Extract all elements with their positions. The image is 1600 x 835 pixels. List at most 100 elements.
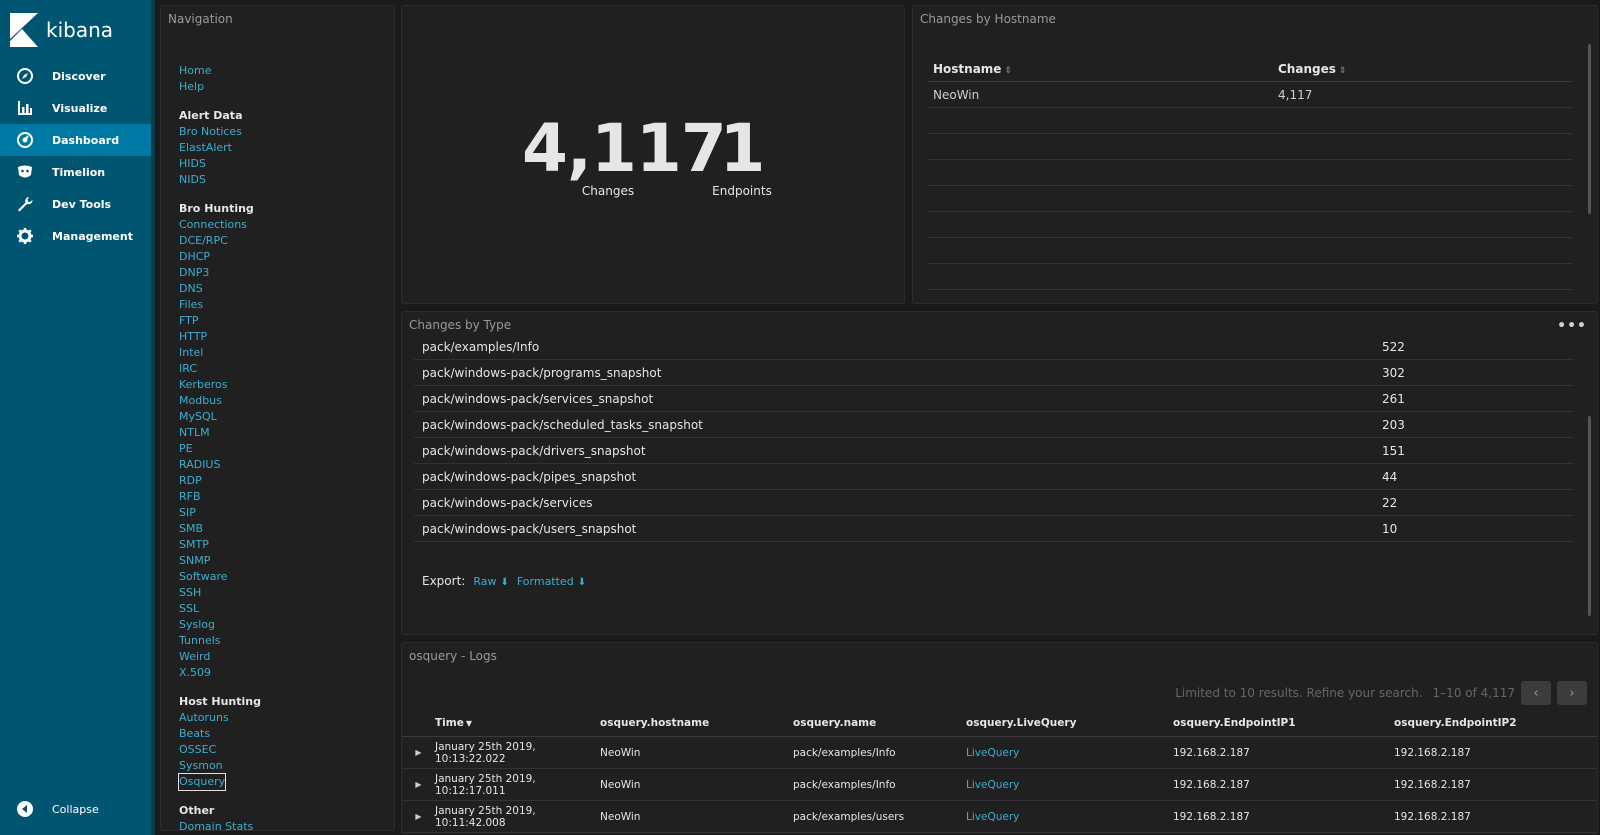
nav-link-nids[interactable]: NIDS <box>179 172 261 188</box>
type-count-cell: 10 <box>1382 521 1398 536</box>
table-row[interactable]: pack/windows-pack/services_snapshot 261 <box>414 386 1574 412</box>
next-page-button[interactable]: › <box>1557 681 1587 705</box>
type-count-cell: 302 <box>1382 365 1405 380</box>
nav-link-help[interactable]: Help <box>179 79 261 95</box>
nav-link-hids[interactable]: HIDS <box>179 156 261 172</box>
type-name-cell: pack/examples/Info <box>422 339 540 354</box>
table-row[interactable]: pack/windows-pack/programs_snapshot 302 <box>414 360 1574 386</box>
nav-link-files[interactable]: Files <box>179 297 261 313</box>
nav-link-radius[interactable]: RADIUS <box>179 457 261 473</box>
sidenav-visualize[interactable]: Visualize <box>0 92 151 124</box>
nav-link-domain-stats[interactable]: Domain Stats <box>179 819 261 830</box>
nav-link-sip[interactable]: SIP <box>179 505 261 521</box>
sidenav-timelion[interactable]: Timelion <box>0 156 151 188</box>
sidenav-management[interactable]: Management <box>0 220 151 252</box>
bro-hunting-links: Connections DCE/RPC DHCP DNP3 DNS Files FTP HTT… <box>179 217 261 681</box>
column-header-changes[interactable]: Changes ⇕ <box>1278 62 1346 76</box>
nav-link-snmp[interactable]: SNMP <box>179 553 261 569</box>
table-row[interactable]: NeoWin 4,117 <box>927 82 1572 108</box>
nav-link-dns[interactable]: DNS <box>179 281 261 297</box>
pager-range: 1–10 of 4,117 <box>1432 686 1515 700</box>
table-row[interactable]: pack/windows-pack/services 22 <box>414 490 1574 516</box>
panel-options-icon[interactable]: ••• <box>1557 318 1587 334</box>
changes-by-hostname-panel: Changes by Hostname Hostname ⇕ Changes ⇕ N… <box>912 5 1598 304</box>
endpointip1-cell: 192.168.2.187 <box>1173 778 1250 791</box>
nav-link-kerberos[interactable]: Kerberos <box>179 377 261 393</box>
timelion-icon <box>18 165 32 178</box>
collapse-arrow-icon <box>17 801 33 817</box>
export-formatted-link[interactable]: Formatted ⬇ <box>517 575 586 588</box>
osquery-logs-panel: osquery - Logs Limited to 10 results. Re… <box>401 642 1598 835</box>
column-header-time[interactable]: Time ▼ <box>435 717 600 729</box>
nav-link-rdp[interactable]: RDP <box>179 473 261 489</box>
column-header-name[interactable]: osquery.name <box>793 717 966 729</box>
metric-changes-value: 4,117 <box>522 110 727 187</box>
nav-link-syslog[interactable]: Syslog <box>179 617 261 633</box>
sidenav-dev-tools[interactable]: Dev Tools <box>0 188 151 220</box>
column-header-hostname[interactable]: Hostname ⇕ <box>933 62 1278 76</box>
sidenav-label: Management <box>52 229 133 243</box>
nav-link-ntlm[interactable]: NTLM <box>179 425 261 441</box>
livequery-cell: LiveQuery <box>966 779 1173 791</box>
nav-link-software[interactable]: Software <box>179 569 261 585</box>
sidenav-dashboard[interactable]: Dashboard <box>0 124 151 156</box>
empty-row <box>927 212 1572 238</box>
kibana-logo[interactable]: kibana <box>0 0 151 60</box>
livequery-link[interactable]: LiveQuery <box>966 779 1019 791</box>
nav-link-mysql[interactable]: MySQL <box>179 409 261 425</box>
table-row[interactable]: pack/windows-pack/pipes_snapshot 44 <box>414 464 1574 490</box>
livequery-link[interactable]: LiveQuery <box>966 747 1019 759</box>
export-bar: Export: Raw ⬇ Formatted ⬇ <box>422 574 586 588</box>
nav-link-sysmon[interactable]: Sysmon <box>179 758 261 774</box>
column-header-livequery[interactable]: osquery.LiveQuery <box>966 717 1173 729</box>
nav-link-elastalert[interactable]: ElastAlert <box>179 140 261 156</box>
table-row[interactable]: pack/windows-pack/drivers_snapshot 151 <box>414 438 1574 464</box>
sidenav-collapse[interactable]: Collapse <box>0 793 151 825</box>
nav-link-x-509[interactable]: X.509 <box>179 665 261 681</box>
nav-link-dce-rpc[interactable]: DCE/RPC <box>179 233 261 249</box>
scrollbar[interactable] <box>1588 416 1591 616</box>
nav-link-dnp3[interactable]: DNP3 <box>179 265 261 281</box>
nav-link-pe[interactable]: PE <box>179 441 261 457</box>
nav-link-smtp[interactable]: SMTP <box>179 537 261 553</box>
alert-data-links: Bro Notices ElastAlert HIDS NIDS <box>179 124 261 188</box>
nav-link-autoruns[interactable]: Autoruns <box>179 710 261 726</box>
nav-link-tunnels[interactable]: Tunnels <box>179 633 261 649</box>
table-row[interactable]: pack/windows-pack/scheduled_tasks_snapsh… <box>414 412 1574 438</box>
type-count-cell: 151 <box>1382 443 1405 458</box>
nav-link-connections[interactable]: Connections <box>179 217 261 233</box>
nav-header-other: Other <box>179 804 215 817</box>
table-row: ▶ January 25th 2019, 10:12:17.011 NeoWin pa… <box>402 769 1597 801</box>
nav-link-ssl[interactable]: SSL <box>179 601 261 617</box>
nav-link-smb[interactable]: SMB <box>179 521 261 537</box>
nav-link-http[interactable]: HTTP <box>179 329 261 345</box>
expand-row-icon[interactable]: ▶ <box>402 748 435 757</box>
nav-link-osquery[interactable]: Osquery <box>177 773 227 791</box>
nav-link-ossec[interactable]: OSSEC <box>179 742 261 758</box>
nav-link-home[interactable]: Home <box>179 63 261 79</box>
nav-link-irc[interactable]: IRC <box>179 361 261 377</box>
livequery-link[interactable]: LiveQuery <box>966 811 1019 823</box>
nav-link-ssh[interactable]: SSH <box>179 585 261 601</box>
brand-name: kibana <box>46 18 114 42</box>
column-header-endpointip1[interactable]: osquery.EndpointIP1 <box>1173 717 1394 729</box>
expand-row-icon[interactable]: ▶ <box>402 812 435 821</box>
export-raw-link[interactable]: Raw ⬇ <box>473 575 509 588</box>
nav-link-ftp[interactable]: FTP <box>179 313 261 329</box>
sidenav-discover[interactable]: Discover <box>0 60 151 92</box>
nav-link-bro-notices[interactable]: Bro Notices <box>179 124 261 140</box>
expand-row-icon[interactable]: ▶ <box>402 780 435 789</box>
nav-link-weird[interactable]: Weird <box>179 649 261 665</box>
nav-link-intel[interactable]: Intel <box>179 345 261 361</box>
nav-link-rfb[interactable]: RFB <box>179 489 261 505</box>
nav-link-dhcp[interactable]: DHCP <box>179 249 261 265</box>
prev-page-button[interactable]: ‹ <box>1521 681 1551 705</box>
table-row[interactable]: pack/windows-pack/users_snapshot 10 <box>414 516 1574 542</box>
column-header-endpointip2[interactable]: osquery.EndpointIP2 <box>1394 717 1517 729</box>
nav-link-beats[interactable]: Beats <box>179 726 261 742</box>
sidenav-label: Visualize <box>52 101 108 115</box>
column-header-hostname[interactable]: osquery.hostname <box>600 717 793 729</box>
scrollbar[interactable] <box>1588 44 1591 214</box>
table-row[interactable]: pack/examples/Info 522 <box>414 334 1574 360</box>
nav-link-modbus[interactable]: Modbus <box>179 393 261 409</box>
